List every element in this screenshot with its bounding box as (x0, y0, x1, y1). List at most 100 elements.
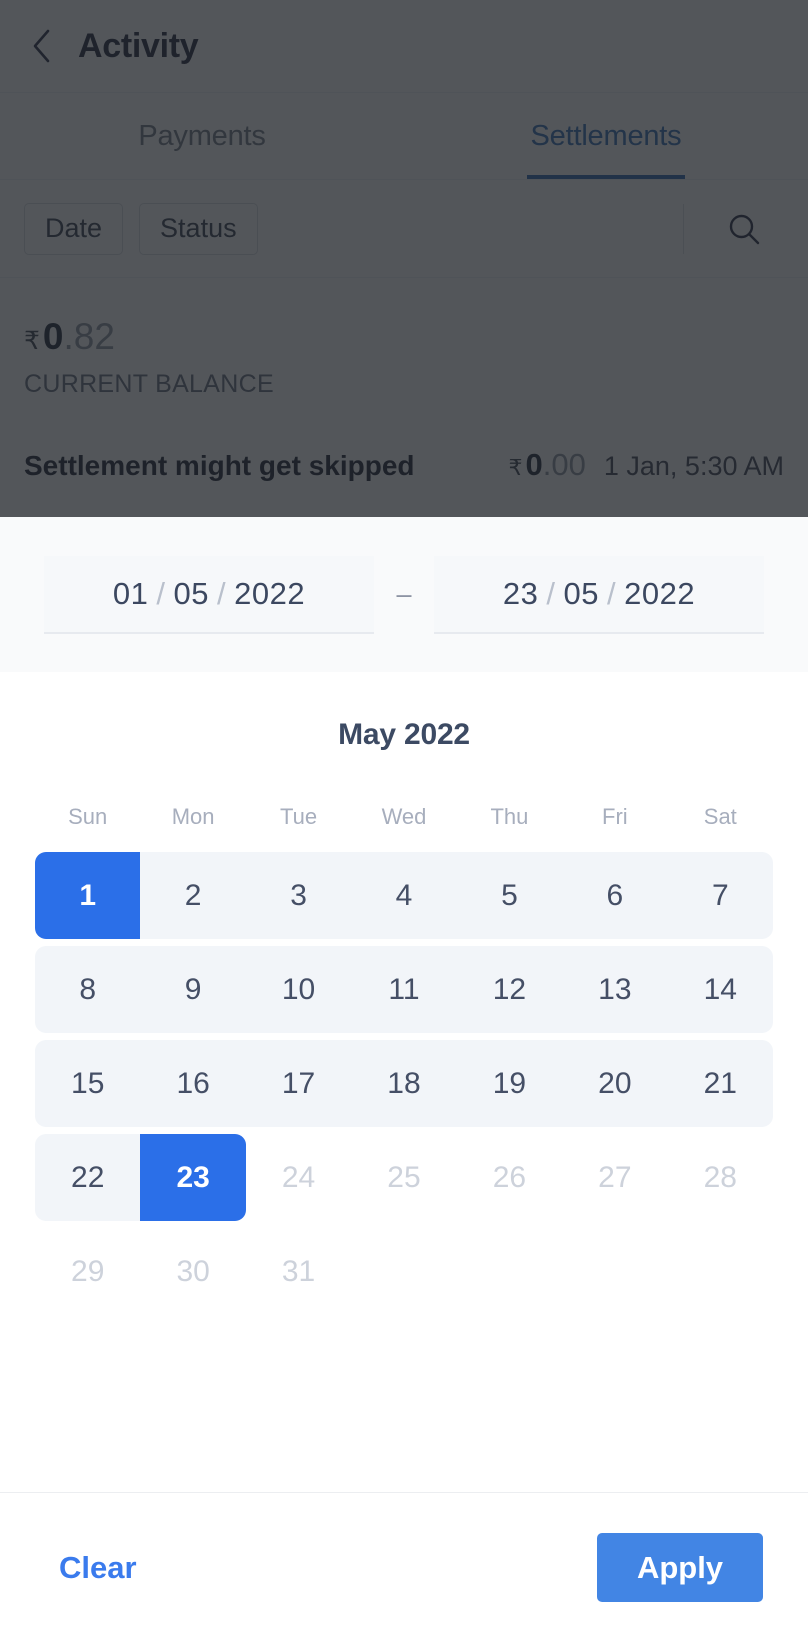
calendar-weeks: 1 2 3 4 5 6 7 8 9 10 11 12 13 14 15 16 17 18 19 20 21 22 23 24 2… (35, 852, 773, 1315)
search-icon[interactable] (718, 203, 770, 255)
calendar-day-11[interactable]: 11 (351, 946, 456, 1033)
calendar-month-title: May 2022 (338, 718, 470, 751)
date-slash: / (607, 575, 617, 611)
tab-payments[interactable]: Payments (0, 93, 404, 179)
calendar-week-row: 29 30 31 (35, 1228, 773, 1315)
filter-chip-status-label: Status (160, 213, 237, 243)
calendar-day-25: 25 (387, 1160, 421, 1194)
calendar-day-5[interactable]: 5 (457, 852, 562, 939)
end-date-month: 05 (563, 575, 599, 611)
date-slash: / (217, 575, 227, 611)
filter-chip-status[interactable]: Status (139, 202, 258, 255)
calendar-day-19[interactable]: 19 (457, 1040, 562, 1127)
tab-payments-label: Payments (138, 119, 266, 152)
settlement-item-title: Settlement might get skipped (24, 450, 415, 481)
end-date-year: 2022 (624, 575, 696, 611)
calendar-day-empty (457, 1228, 562, 1315)
settlement-list-item[interactable]: Settlement might get skipped ₹ 0 .00 1 J… (0, 447, 808, 483)
settlement-amount-decimal: .00 (542, 447, 586, 482)
calendar-grid: Sun Mon Tue Wed Thu Fri Sat 1 2 3 4 5 6 7 8 9 10 11 12 13 1… (0, 804, 808, 1322)
calendar-day-15[interactable]: 15 (35, 1040, 140, 1127)
filter-bar: Date Status (0, 180, 808, 278)
end-date-input[interactable]: 23 / 05 / 2022 (434, 555, 764, 634)
calendar-day-empty (562, 1228, 667, 1315)
calendar-day-29: 29 (71, 1254, 105, 1288)
balance-block: ₹ 0 .82 CURRENT BALANCE (0, 278, 808, 399)
start-date-year: 2022 (234, 575, 306, 611)
calendar-day-13[interactable]: 13 (562, 946, 667, 1033)
clear-button[interactable]: Clear (45, 1540, 151, 1596)
calendar-weekday-header: Sun Mon Tue Wed Thu Fri Sat (35, 804, 773, 830)
calendar-day-8[interactable]: 8 (35, 946, 140, 1033)
sheet-footer: Clear Apply (0, 1492, 808, 1642)
settlement-item-date: 1 Jan, 5:30 AM (603, 451, 784, 481)
calendar-weekday-sat: Sat (703, 804, 737, 829)
background-app: Activity Payments Settlements Date Statu… (0, 0, 808, 517)
tab-settlements[interactable]: Settlements (404, 93, 808, 179)
calendar-day-empty (668, 1228, 773, 1315)
calendar-day-27: 27 (598, 1160, 632, 1194)
start-date-day: 01 (112, 575, 149, 611)
date-picker-sheet: 01 / 05 / 2022 – 23 / 05 / 2022 May 2022… (0, 517, 808, 1642)
calendar-weekday-tue: Tue (280, 804, 318, 829)
calendar-day-28: 28 (703, 1160, 737, 1194)
calendar-day-7[interactable]: 7 (668, 852, 773, 939)
settlement-item-amount: ₹ 0 .00 (509, 447, 586, 483)
calendar-day-3[interactable]: 3 (246, 852, 351, 939)
calendar-day-10[interactable]: 10 (246, 946, 351, 1033)
calendar-day-26: 26 (492, 1160, 527, 1194)
page-title: Activity (78, 27, 199, 65)
calendar-day-17[interactable]: 17 (246, 1040, 351, 1127)
calendar-day-6[interactable]: 6 (562, 852, 667, 939)
calendar-day-21[interactable]: 21 (668, 1040, 773, 1127)
end-date-day: 23 (502, 575, 539, 611)
current-balance-label: CURRENT BALANCE (24, 370, 274, 398)
apply-button[interactable]: Apply (597, 1533, 763, 1602)
balance-whole: 0 (42, 316, 64, 357)
start-date-month: 05 (173, 575, 209, 611)
rupee-icon: ₹ (24, 327, 40, 355)
calendar-day-30: 30 (176, 1254, 210, 1288)
calendar-day-2[interactable]: 2 (140, 852, 245, 939)
date-range-picker-screen: Activity Payments Settlements Date Statu… (0, 0, 808, 1642)
chevron-left-icon[interactable] (24, 29, 58, 63)
current-balance-amount: ₹ 0 .82 (24, 318, 784, 355)
calendar-week-row: 1234567 (35, 852, 773, 939)
calendar-day-24: 24 (281, 1160, 316, 1194)
tab-bar: Payments Settlements (0, 93, 808, 180)
calendar-weekday-thu: Thu (490, 804, 529, 829)
sheet-spacer (0, 1322, 808, 1492)
calendar-week-row: 22 23 24 25 26 27 28 (35, 1134, 773, 1221)
calendar-day-16[interactable]: 16 (140, 1040, 245, 1127)
filter-chip-date-label: Date (45, 213, 103, 243)
calendar-day-23[interactable]: 23 (140, 1134, 246, 1221)
calendar-day-20[interactable]: 20 (562, 1040, 667, 1127)
tab-settlements-label: Settlements (530, 119, 682, 152)
date-range-inputs: 01 / 05 / 2022 – 23 / 05 / 2022 (0, 517, 808, 672)
calendar-day-22[interactable]: 22 (35, 1134, 141, 1221)
date-slash: / (546, 575, 556, 611)
calendar-week-row: 8 9 10 11 12 13 14 (35, 946, 773, 1033)
range-separator: – (396, 579, 412, 609)
calendar-day-4[interactable]: 4 (351, 852, 456, 939)
calendar-day-9[interactable]: 9 (140, 946, 245, 1033)
calendar-weekday-fri: Fri (602, 804, 628, 829)
rupee-icon: ₹ (508, 455, 523, 480)
calendar-day-18[interactable]: 18 (351, 1040, 456, 1127)
filter-divider (683, 203, 684, 254)
start-date-input[interactable]: 01 / 05 / 2022 (44, 555, 374, 634)
calendar-day-14[interactable]: 14 (668, 946, 773, 1033)
calendar-week-row: 15 16 17 18 19 20 21 (35, 1040, 773, 1127)
calendar-weekday-wed: Wed (381, 804, 427, 829)
filter-chip-date[interactable]: Date (24, 202, 124, 255)
calendar-day-empty (351, 1228, 456, 1315)
balance-decimal: .82 (63, 316, 115, 357)
app-header: Activity (0, 0, 808, 93)
calendar-day-1[interactable]: 1 (35, 852, 141, 939)
calendar-weekday-sun: Sun (68, 804, 108, 829)
calendar-day-31: 31 (281, 1254, 316, 1288)
calendar-weekday-mon: Mon (171, 804, 215, 829)
settlement-amount-whole: 0 (525, 447, 543, 482)
calendar-day-12[interactable]: 12 (457, 946, 562, 1033)
date-slash: / (156, 575, 166, 611)
